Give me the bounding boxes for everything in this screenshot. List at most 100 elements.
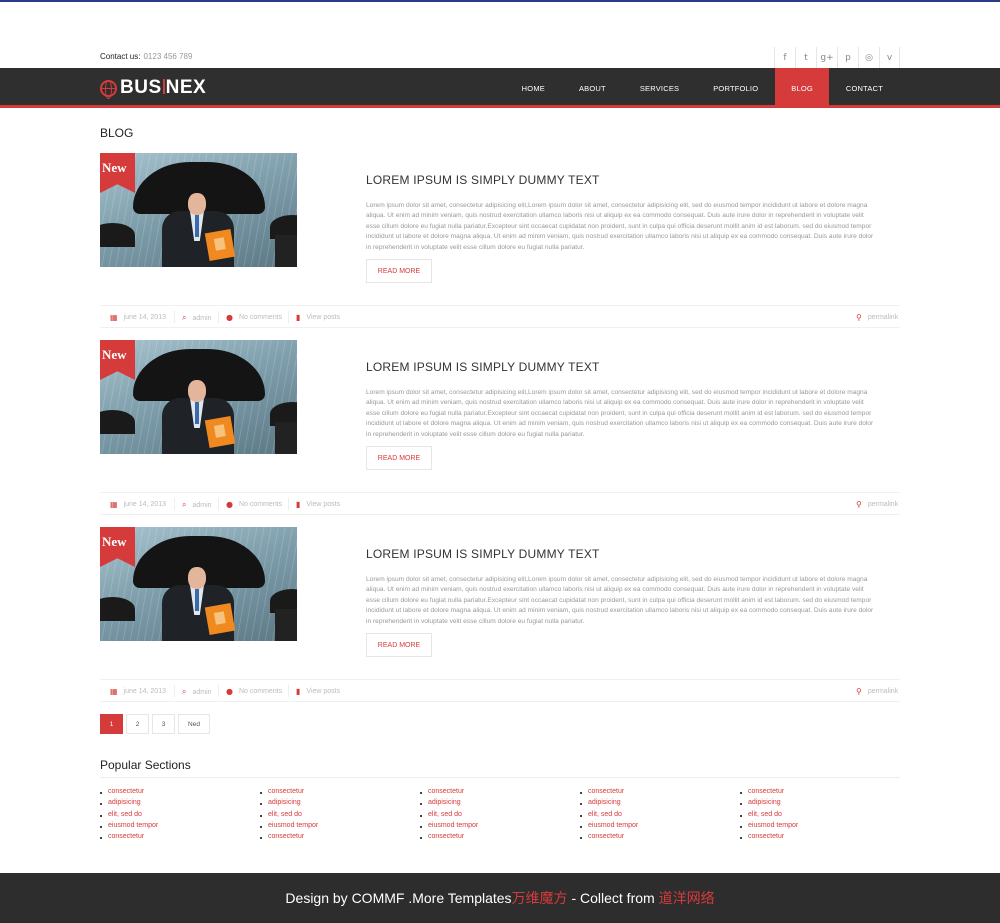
nav-item-portfolio[interactable]: PORTFOLIO [696, 68, 775, 108]
popular-link[interactable]: consectetur [420, 786, 570, 797]
bookmark-icon: ▮ [296, 500, 301, 509]
new-badge: New [102, 347, 127, 362]
nav-item-blog[interactable]: BLOG [775, 68, 829, 108]
popular-link[interactable]: elit, sed do [580, 809, 730, 820]
vimeo-icon[interactable]: v [879, 47, 900, 68]
popular-link[interactable]: eiusmod tempor [100, 820, 250, 831]
permalink-wrap[interactable]: ⚲ permalink [856, 313, 898, 322]
meta-separator [288, 685, 289, 697]
post-comments[interactable]: No comments [239, 501, 282, 508]
bookmark-icon: ▮ [296, 313, 301, 322]
post-author-wrap[interactable]: ⌕ admin [182, 687, 212, 697]
twitter-icon[interactable]: t [795, 47, 816, 68]
popular-link[interactable]: consectetur [580, 831, 730, 842]
permalink-wrap[interactable]: ⚲ permalink [856, 687, 898, 696]
pinterest-icon[interactable]: p [837, 47, 858, 68]
view-posts-link[interactable]: View posts [306, 314, 340, 321]
blog-post: New LOREM IPSUM IS SIMPLY DUMMY TEXT Lorem… [100, 340, 900, 515]
permalink-wrap[interactable]: ⚲ permalink [856, 500, 898, 509]
view-posts-link-wrap[interactable]: ▮ View posts [296, 500, 340, 509]
logo-letter-i [162, 79, 165, 94]
nav-item-about[interactable]: ABOUT [562, 68, 623, 108]
page-3-button[interactable]: 3 [152, 714, 175, 734]
new-badge: New [102, 160, 127, 175]
footer-link-2[interactable]: 道洋网络 [659, 888, 715, 908]
post-comments-wrap[interactable]: ● No comments [226, 687, 282, 696]
nav-item-services[interactable]: SERVICES [623, 68, 696, 108]
thumbnail-head [188, 380, 206, 402]
view-posts-link-wrap[interactable]: ▮ View posts [296, 313, 340, 322]
thumbnail-folder [204, 415, 236, 449]
post-thumbnail[interactable]: New [100, 340, 297, 454]
popular-link[interactable]: adipisicing [740, 797, 890, 808]
popular-link[interactable]: eiusmod tempor [260, 820, 410, 831]
popular-column: consectetur adipisicing elit, sed do eiusmo… [260, 786, 410, 842]
popular-link[interactable]: adipisicing [420, 797, 570, 808]
popular-link[interactable]: eiusmod tempor [420, 820, 570, 831]
meta-separator [218, 685, 219, 697]
view-posts-link[interactable]: View posts [306, 688, 340, 695]
post-title[interactable]: LOREM IPSUM IS SIMPLY DUMMY TEXT [366, 173, 600, 187]
read-more-button[interactable]: READ MORE [366, 446, 432, 470]
post-thumbnail[interactable]: New [100, 153, 297, 267]
view-posts-link-wrap[interactable]: ▮ View posts [296, 687, 340, 696]
read-more-button[interactable]: READ MORE [366, 633, 432, 657]
page-1-button[interactable]: 1 [100, 714, 123, 734]
permalink-link[interactable]: permalink [868, 688, 898, 695]
popular-link[interactable]: consectetur [740, 786, 890, 797]
post-comments[interactable]: No comments [239, 314, 282, 321]
post-author-wrap[interactable]: ⌕ admin [182, 313, 212, 323]
popular-link[interactable]: consectetur [420, 831, 570, 842]
post-comments[interactable]: No comments [239, 688, 282, 695]
nav-item-home[interactable]: HOME [505, 68, 562, 108]
post-author-wrap[interactable]: ⌕ admin [182, 500, 212, 510]
google-plus-icon[interactable]: g+ [816, 47, 837, 68]
popular-link[interactable]: adipisicing [100, 797, 250, 808]
popular-link[interactable]: consectetur [260, 786, 410, 797]
popular-link[interactable]: eiusmod tempor [580, 820, 730, 831]
calendar-icon: ▦ [110, 500, 118, 509]
popular-column: consectetur adipisicing elit, sed do eiusmo… [100, 786, 250, 842]
popular-link[interactable]: consectetur [740, 831, 890, 842]
next-page-button[interactable]: Ned [178, 714, 210, 734]
post-comments-wrap[interactable]: ● No comments [226, 500, 282, 509]
thumbnail-folder [204, 228, 236, 262]
popular-link[interactable]: consectetur [580, 786, 730, 797]
popular-link[interactable]: consectetur [100, 786, 250, 797]
top-accent-line [0, 0, 1000, 2]
popular-link[interactable]: consectetur [260, 831, 410, 842]
contact-label: Contact us: [100, 52, 141, 61]
popular-link[interactable]: elit, sed do [260, 809, 410, 820]
nav-item-contact[interactable]: CONTACT [829, 68, 900, 108]
post-author[interactable]: admin [192, 689, 211, 696]
post-date: june 14, 2013 [123, 501, 166, 508]
popular-link[interactable]: elit, sed do [100, 809, 250, 820]
post-meta: ▦ june 14, 2013 ⌕ admin ● No comments ▮ View po… [100, 679, 900, 702]
page-title: BLOG [100, 126, 134, 140]
post-author[interactable]: admin [192, 502, 211, 509]
read-more-button[interactable]: READ MORE [366, 259, 432, 283]
view-posts-link[interactable]: View posts [306, 501, 340, 508]
post-author[interactable]: admin [192, 315, 211, 322]
dribbble-icon[interactable]: ◎ [858, 47, 879, 68]
popular-link[interactable]: adipisicing [260, 797, 410, 808]
post-thumbnail[interactable]: New [100, 527, 297, 641]
popular-link[interactable]: adipisicing [580, 797, 730, 808]
popular-link[interactable]: elit, sed do [740, 809, 890, 820]
facebook-icon[interactable]: f [774, 47, 795, 68]
footer-link-1[interactable]: 万维魔方 [512, 888, 568, 908]
post-comments-wrap[interactable]: ● No comments [226, 313, 282, 322]
permalink-link[interactable]: permalink [868, 501, 898, 508]
main-navbar: BUS NEX HOME ABOUT SERVICES PORTFOLIO BLOG CON… [0, 68, 1000, 108]
popular-link[interactable]: eiusmod tempor [740, 820, 890, 831]
thumbnail-umb-bg3 [275, 422, 297, 454]
post-title[interactable]: LOREM IPSUM IS SIMPLY DUMMY TEXT [366, 547, 600, 561]
popular-link[interactable]: elit, sed do [420, 809, 570, 820]
comments-icon: ● [226, 687, 233, 696]
post-title[interactable]: LOREM IPSUM IS SIMPLY DUMMY TEXT [366, 360, 600, 374]
logo[interactable]: BUS NEX [100, 77, 206, 99]
permalink-link[interactable]: permalink [868, 314, 898, 321]
popular-link[interactable]: consectetur [100, 831, 250, 842]
meta-separator [218, 311, 219, 323]
page-2-button[interactable]: 2 [126, 714, 149, 734]
